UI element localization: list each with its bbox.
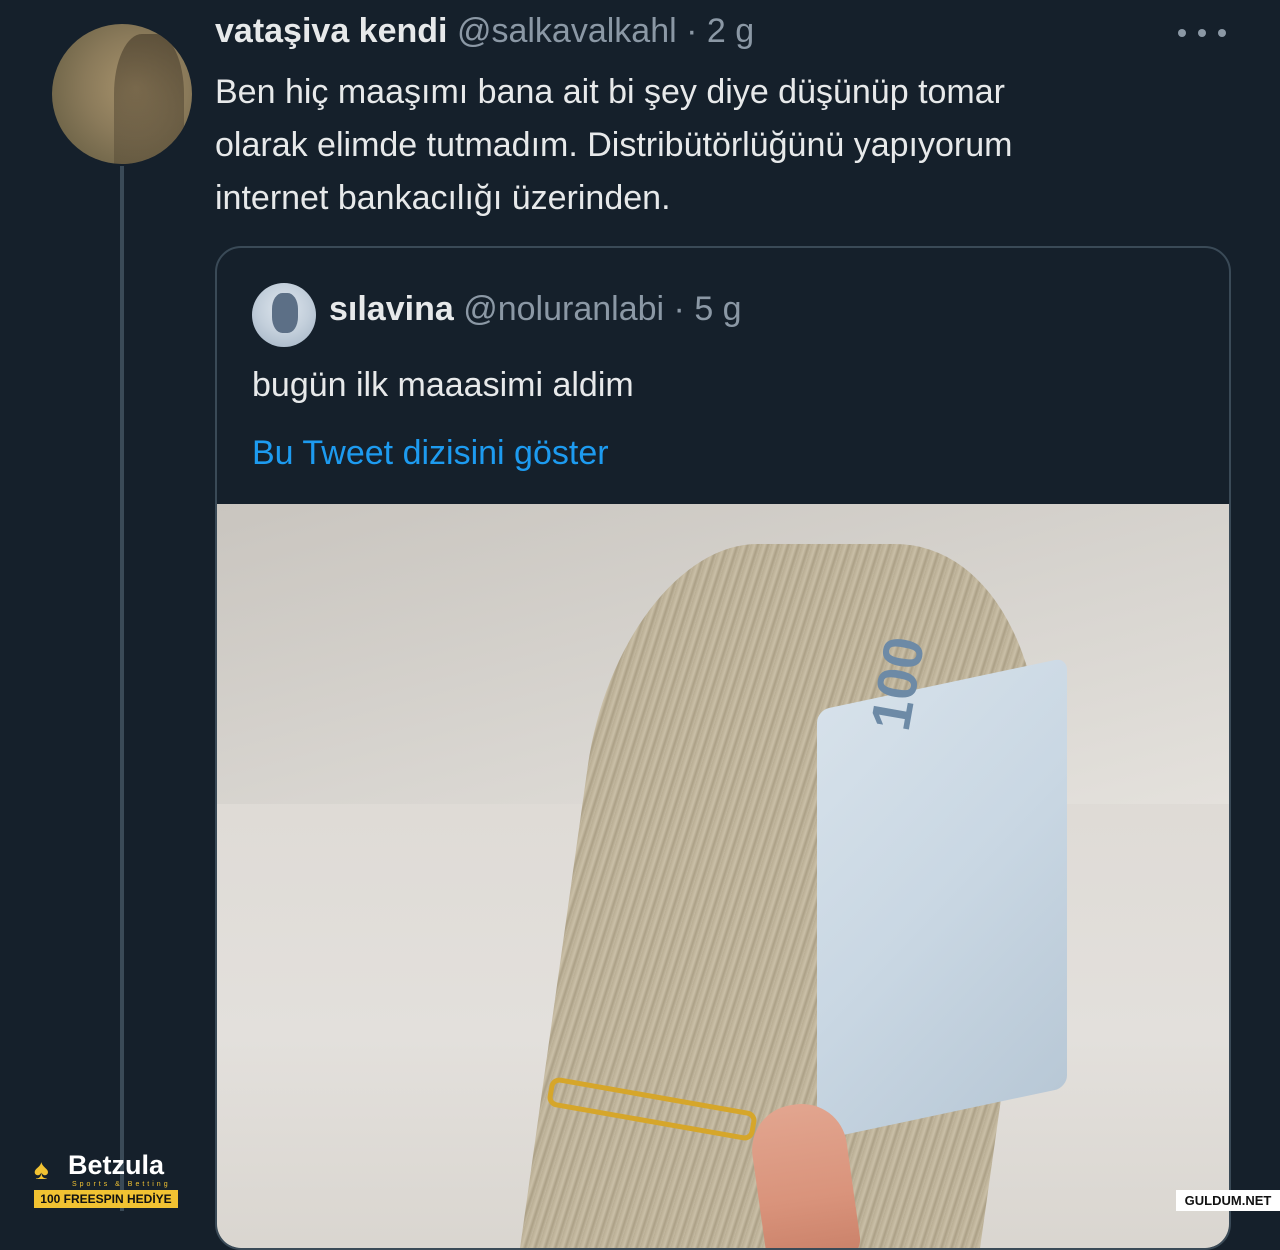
tweet-text-line: internet bankacılığı üzerinden. xyxy=(215,179,671,217)
avatar-silhouette xyxy=(114,34,184,164)
handle[interactable]: @salkavalkahl xyxy=(457,12,677,50)
tweet-header: vataşiva kendi @salkavalkahl · 2 g xyxy=(215,12,754,51)
quote-header: sılavina @noluranlabi · 5 g xyxy=(329,290,742,329)
quote-avatar-figure xyxy=(272,293,298,333)
timestamp[interactable]: 2 g xyxy=(707,12,754,50)
quote-timestamp[interactable]: 5 g xyxy=(694,290,741,328)
avatar[interactable] xyxy=(52,24,192,164)
logo-promo: 100 FREESPIN HEDİYE xyxy=(34,1190,178,1208)
tweet-text: Ben hiç maaşımı bana ait bi şey diye düş… xyxy=(215,66,1225,225)
tweet-text-line: olarak elimde tutmadım. Distribütörlüğün… xyxy=(215,126,1013,164)
quote-text: bugün ilk maaasimi aldim xyxy=(252,366,634,404)
tweet-text-line: Ben hiç maaşımı bana ait bi şey diye düş… xyxy=(215,73,1005,111)
tweet-photo[interactable]: 100 xyxy=(217,504,1229,1248)
betzula-logo: ♠ Betzula Sports & Betting 100 FREESPIN … xyxy=(34,1148,178,1208)
show-thread-link[interactable]: Bu Tweet dizisini göster xyxy=(252,434,609,473)
separator: · xyxy=(686,12,698,50)
banknote-front xyxy=(817,657,1067,1141)
quote-separator: · xyxy=(673,290,685,328)
logo-tagline: Sports & Betting xyxy=(72,1181,171,1188)
spade-icon: ♠ xyxy=(34,1154,49,1185)
site-watermark: GULDUM.NET xyxy=(1176,1190,1280,1211)
logo-name: Betzula xyxy=(68,1150,165,1180)
quote-display-name[interactable]: sılavina xyxy=(329,290,454,328)
thread-connector-line xyxy=(120,166,124,1211)
quote-handle[interactable]: @noluranlabi xyxy=(463,290,664,328)
display-name[interactable]: vataşiva kendi xyxy=(215,12,447,50)
more-horizontal-icon[interactable] xyxy=(1178,18,1226,48)
quote-avatar[interactable] xyxy=(252,283,316,347)
quoted-tweet-card[interactable]: sılavina @noluranlabi · 5 g bugün ilk ma… xyxy=(215,246,1231,1250)
